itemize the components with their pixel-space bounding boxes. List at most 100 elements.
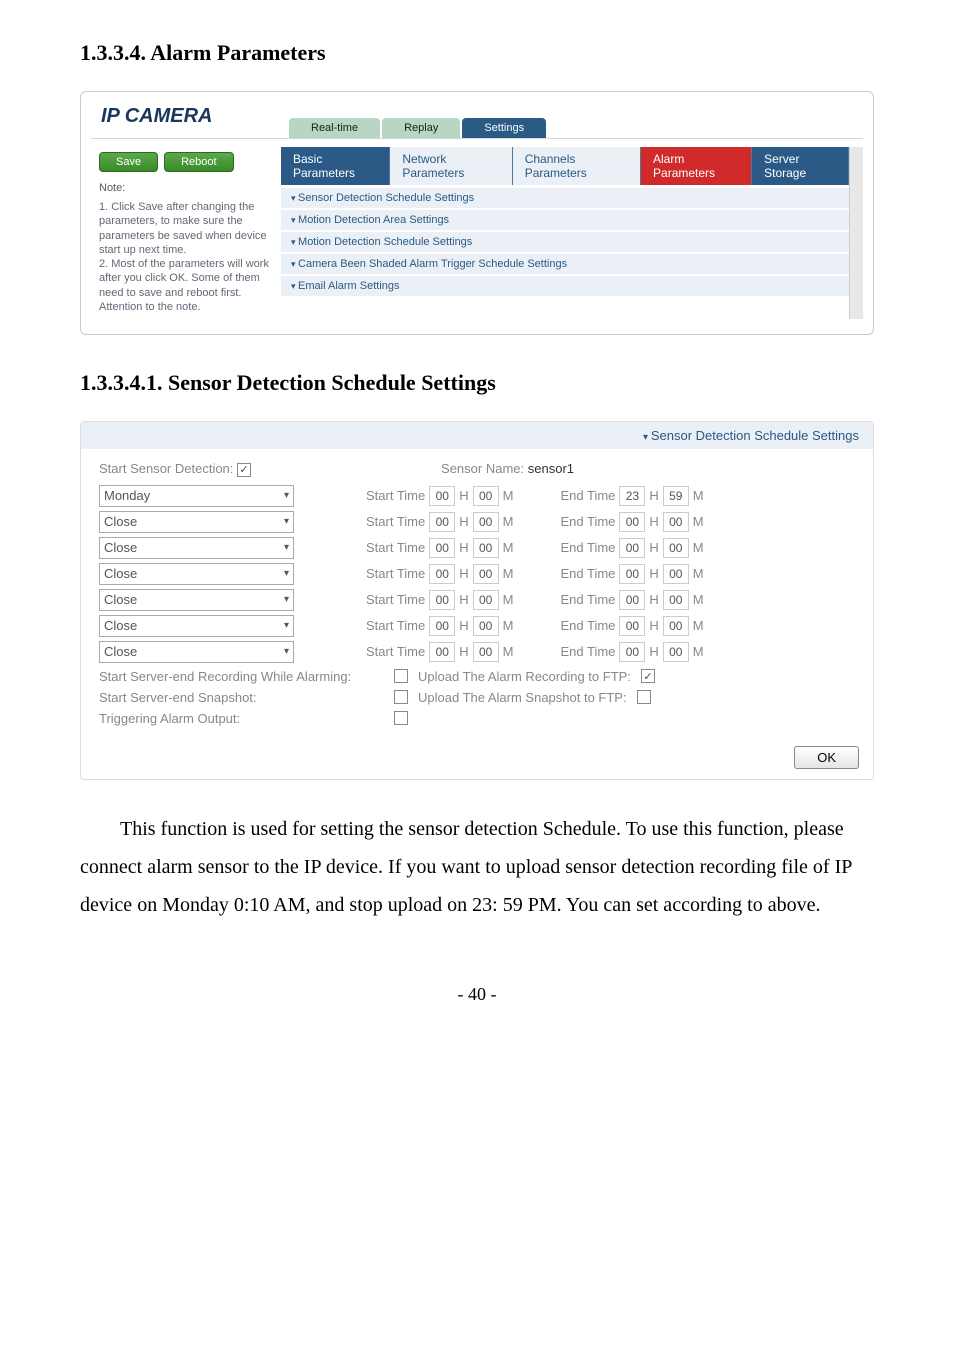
end-time-label: End Time <box>560 514 615 529</box>
start-hour-input[interactable]: 00 <box>429 538 455 558</box>
end-hour-input[interactable]: 00 <box>619 564 645 584</box>
h-label: H <box>649 488 658 503</box>
flag-server-snapshot: Start Server-end Snapshot: <box>99 690 384 705</box>
start-min-input[interactable]: 00 <box>473 512 499 532</box>
start-time-label: Start Time <box>366 488 425 503</box>
end-min-input[interactable]: 00 <box>663 538 689 558</box>
schedule-row: CloseStart Time00H00MEnd Time00H00M <box>99 563 855 585</box>
chk-server-snapshot[interactable] <box>394 690 408 704</box>
chk-upload-recording[interactable]: ✓ <box>641 669 655 683</box>
start-detection-checkbox[interactable]: ✓ <box>237 463 251 477</box>
h-label: H <box>459 618 468 633</box>
ok-button[interactable]: OK <box>794 746 859 769</box>
end-hour-input[interactable]: 00 <box>619 590 645 610</box>
start-hour-input[interactable]: 00 <box>429 590 455 610</box>
start-time-label: Start Time <box>366 644 425 659</box>
day-select[interactable]: Close <box>99 563 294 585</box>
h-label: H <box>649 540 658 555</box>
tab-settings[interactable]: Settings <box>462 118 546 138</box>
end-hour-input[interactable]: 00 <box>619 642 645 662</box>
day-select[interactable]: Close <box>99 537 294 559</box>
end-min-input[interactable]: 00 <box>663 642 689 662</box>
inner-tab-storage[interactable]: Server Storage <box>752 147 849 185</box>
end-time-label: End Time <box>560 618 615 633</box>
inner-tab-basic[interactable]: Basic Parameters <box>281 147 390 185</box>
start-hour-input[interactable]: 00 <box>429 616 455 636</box>
m-label: M <box>503 566 514 581</box>
day-select[interactable]: Close <box>99 615 294 637</box>
collapsible-motion-area[interactable]: Motion Detection Area Settings <box>281 210 849 230</box>
h-label: H <box>649 592 658 607</box>
end-hour-input[interactable]: 23 <box>619 486 645 506</box>
h-label: H <box>459 644 468 659</box>
start-time-label: Start Time <box>366 566 425 581</box>
chk-recording-alarming[interactable] <box>394 669 408 683</box>
flag-upload-recording: Upload The Alarm Recording to FTP: <box>418 669 631 684</box>
scrollbar[interactable] <box>849 147 863 319</box>
schedule-row: CloseStart Time00H00MEnd Time00H00M <box>99 511 855 533</box>
day-select[interactable]: Monday <box>99 485 294 507</box>
day-select[interactable]: Close <box>99 641 294 663</box>
h-label: H <box>459 592 468 607</box>
schedule-row: CloseStart Time00H00MEnd Time00H00M <box>99 537 855 559</box>
m-label: M <box>503 618 514 633</box>
body-paragraph: This function is used for setting the se… <box>80 810 874 924</box>
day-select[interactable]: Close <box>99 511 294 533</box>
note-text: 1. Click Save after changing the paramet… <box>99 200 273 314</box>
collapsible-motion-schedule[interactable]: Motion Detection Schedule Settings <box>281 232 849 252</box>
end-min-input[interactable]: 00 <box>663 590 689 610</box>
day-select[interactable]: Close <box>99 589 294 611</box>
start-time-label: Start Time <box>366 618 425 633</box>
start-hour-input[interactable]: 00 <box>429 512 455 532</box>
m-label: M <box>503 488 514 503</box>
chk-trigger-output[interactable] <box>394 711 408 725</box>
start-min-input[interactable]: 00 <box>473 486 499 506</box>
start-time-label: Start Time <box>366 540 425 555</box>
start-hour-input[interactable]: 00 <box>429 642 455 662</box>
h-label: H <box>459 488 468 503</box>
start-hour-input[interactable]: 00 <box>429 564 455 584</box>
save-button[interactable]: Save <box>99 152 158 172</box>
start-min-input[interactable]: 00 <box>473 642 499 662</box>
start-hour-input[interactable]: 00 <box>429 486 455 506</box>
m-label: M <box>693 592 704 607</box>
end-min-input[interactable]: 00 <box>663 564 689 584</box>
collapsible-camera-shaded[interactable]: Camera Been Shaded Alarm Trigger Schedul… <box>281 254 849 274</box>
note-label: Note: <box>99 182 273 194</box>
chk-upload-snapshot[interactable] <box>637 690 651 704</box>
inner-tab-alarm[interactable]: Alarm Parameters <box>641 147 752 185</box>
m-label: M <box>693 566 704 581</box>
end-time-label: End Time <box>560 592 615 607</box>
end-min-input[interactable]: 00 <box>663 512 689 532</box>
inner-tab-network[interactable]: Network Parameters <box>390 147 512 185</box>
collapsible-email-alarm[interactable]: Email Alarm Settings <box>281 276 849 296</box>
start-min-input[interactable]: 00 <box>473 538 499 558</box>
flag-upload-snapshot: Upload The Alarm Snapshot to FTP: <box>418 690 627 705</box>
h-label: H <box>649 566 658 581</box>
tab-realtime[interactable]: Real-time <box>289 118 380 138</box>
schedule-row: MondayStart Time00H00MEnd Time23H59M <box>99 485 855 507</box>
tab-replay[interactable]: Replay <box>382 118 460 138</box>
end-time-label: End Time <box>560 566 615 581</box>
start-min-input[interactable]: 00 <box>473 564 499 584</box>
collapsible-sensor-detection[interactable]: Sensor Detection Schedule Settings <box>281 188 849 208</box>
schedule-row: CloseStart Time00H00MEnd Time00H00M <box>99 641 855 663</box>
reboot-button[interactable]: Reboot <box>164 152 233 172</box>
panel-header[interactable]: Sensor Detection Schedule Settings <box>81 422 873 449</box>
sensor-settings-panel: Sensor Detection Schedule Settings Start… <box>80 421 874 780</box>
h-label: H <box>649 644 658 659</box>
end-time-label: End Time <box>560 488 615 503</box>
heading-alarm-parameters: 1.3.3.4. Alarm Parameters <box>80 40 874 66</box>
start-time-label: Start Time <box>366 514 425 529</box>
end-min-input[interactable]: 59 <box>663 486 689 506</box>
end-hour-input[interactable]: 00 <box>619 512 645 532</box>
h-label: H <box>459 514 468 529</box>
start-min-input[interactable]: 00 <box>473 590 499 610</box>
end-time-label: End Time <box>560 540 615 555</box>
m-label: M <box>503 592 514 607</box>
start-min-input[interactable]: 00 <box>473 616 499 636</box>
end-hour-input[interactable]: 00 <box>619 538 645 558</box>
end-hour-input[interactable]: 00 <box>619 616 645 636</box>
end-min-input[interactable]: 00 <box>663 616 689 636</box>
inner-tab-channels[interactable]: Channels Parameters <box>513 147 641 185</box>
